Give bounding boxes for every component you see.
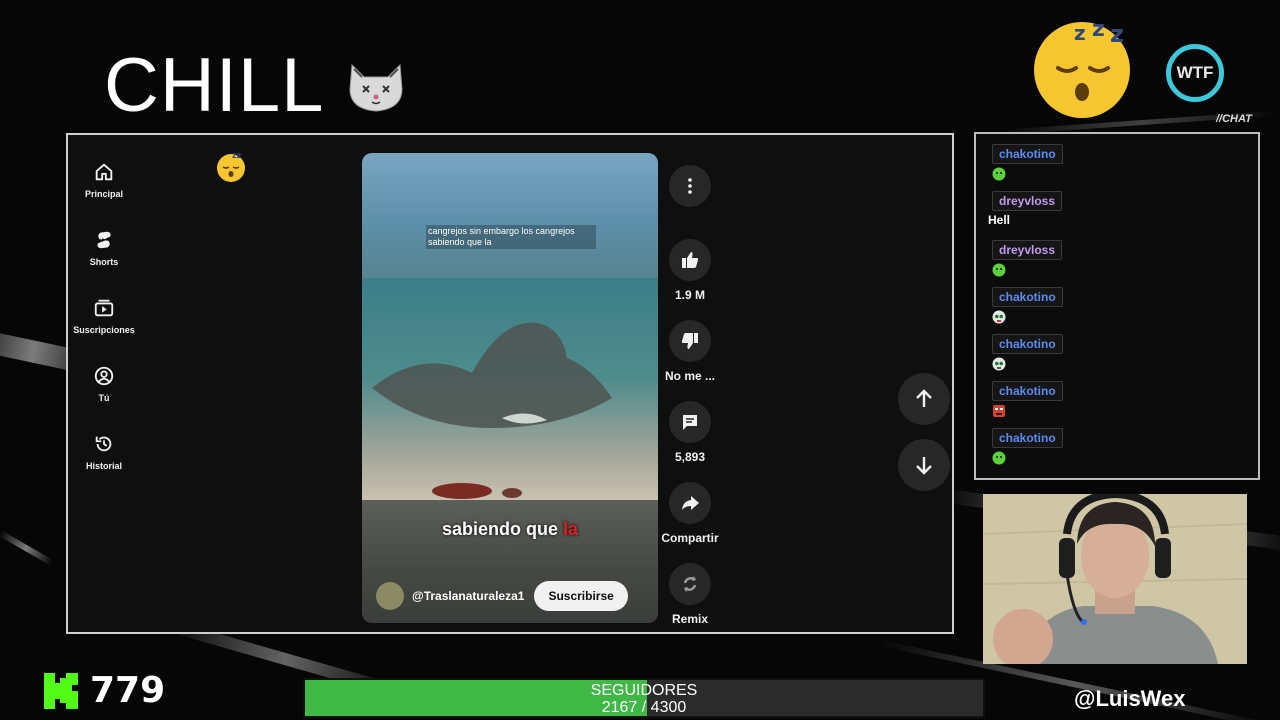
remix-button[interactable]: Remix bbox=[660, 563, 720, 626]
subscribe-button[interactable]: Suscribirse bbox=[534, 581, 628, 611]
sidebar-item-label: Shorts bbox=[89, 257, 119, 267]
sidebar-item-label: Historial bbox=[85, 461, 122, 471]
chat-message: chakotino bbox=[992, 428, 1063, 465]
chat-message: chakotino bbox=[992, 334, 1063, 371]
chat-message: dreyvloss Hell bbox=[988, 191, 1063, 227]
wtf-badge-text: WTF bbox=[1176, 63, 1214, 82]
kick-viewer-counter: 779 bbox=[44, 670, 165, 711]
history-icon bbox=[95, 436, 112, 452]
webcam-feed bbox=[983, 494, 1247, 664]
arrow-up-icon bbox=[916, 389, 932, 407]
next-video-button[interactable] bbox=[898, 439, 950, 491]
sidebar-item-suscripciones[interactable]: Suscripciones bbox=[68, 297, 140, 335]
caption-main-text: sabiendo que bbox=[441, 519, 558, 539]
like-button[interactable]: 1.9 M bbox=[660, 239, 720, 302]
chat-message: chakotino bbox=[992, 381, 1063, 418]
shorts-video-player[interactable]: cangrejos sin embargo los cangrejos sabi… bbox=[362, 153, 658, 623]
sidebar-item-label: Principal bbox=[84, 189, 123, 199]
stingray-illustration bbox=[372, 322, 612, 499]
cat-face-icon bbox=[349, 63, 403, 112]
svg-text:zz: zz bbox=[232, 151, 242, 160]
sidebar-item-label: Tú bbox=[98, 393, 110, 403]
svg-text:z: z bbox=[1092, 17, 1105, 42]
sidebar-item-historial[interactable]: Historial bbox=[68, 433, 140, 471]
goal-separator: / bbox=[637, 699, 651, 716]
skull-emote-icon bbox=[992, 310, 1006, 324]
arrow-down-icon bbox=[916, 457, 932, 475]
sidebar-item-label: Suscripciones bbox=[73, 325, 135, 335]
chat-message: chakotino bbox=[992, 287, 1063, 324]
shorts-icon bbox=[97, 231, 111, 249]
chat-username[interactable]: chakotino bbox=[992, 287, 1063, 307]
youtube-screen-capture: Principal Shorts Suscripciones Tú Histor… bbox=[66, 133, 954, 634]
viewer-count: 779 bbox=[90, 670, 166, 711]
green-blob-emote-icon bbox=[992, 167, 1006, 181]
sidebar-item-tu[interactable]: Tú bbox=[68, 365, 140, 403]
followers-goal-bar: SEGUIDORES 2167 / 4300 bbox=[303, 678, 985, 718]
caption-highlight-text: la bbox=[563, 519, 579, 539]
background-streak bbox=[0, 530, 54, 566]
kick-logo-icon bbox=[44, 672, 78, 709]
remix-icon bbox=[683, 576, 697, 592]
video-caption-main: sabiendo que la bbox=[362, 519, 658, 540]
home-icon bbox=[95, 163, 113, 181]
sidebar-item-shorts[interactable]: Shorts bbox=[68, 229, 140, 267]
chat-username[interactable]: dreyvloss bbox=[992, 240, 1063, 260]
share-icon bbox=[682, 496, 699, 510]
goal-numbers: 2167 / 4300 bbox=[305, 699, 983, 716]
chat-tag: //CHAT bbox=[1216, 113, 1252, 125]
angry-emote-icon bbox=[993, 405, 1005, 417]
chat-message: dreyvloss bbox=[992, 240, 1063, 277]
dislike-button[interactable]: No me ... bbox=[660, 320, 720, 383]
sleeping-face-icon: z z z bbox=[1034, 17, 1130, 118]
green-blob-emote-icon bbox=[992, 451, 1006, 465]
svg-text:z: z bbox=[1110, 20, 1124, 48]
wtf-badge: WTF bbox=[1166, 44, 1224, 102]
share-button[interactable]: Compartir bbox=[660, 482, 720, 545]
chat-message: chakotino bbox=[992, 144, 1063, 181]
stream-title: CHILL bbox=[104, 42, 406, 129]
chat-panel: chakotino dreyvloss Hell dreyvloss chako… bbox=[974, 132, 1260, 480]
video-frame-top bbox=[362, 153, 658, 278]
sleeping-face-icon: zz bbox=[217, 151, 245, 182]
chat-message-text: Hell bbox=[988, 213, 1011, 227]
account-icon bbox=[94, 366, 114, 386]
more-options-button[interactable] bbox=[660, 165, 720, 207]
goal-label: SEGUIDORES bbox=[590, 682, 698, 699]
channel-avatar[interactable] bbox=[376, 582, 404, 610]
chat-username[interactable]: chakotino bbox=[992, 334, 1063, 354]
video-caption-top: cangrejos sin embargo los cangrejos sabi… bbox=[426, 225, 596, 249]
more-vertical-icon bbox=[688, 178, 692, 194]
thumbs-up-icon bbox=[682, 252, 699, 268]
dislike-label: No me ... bbox=[664, 369, 715, 383]
subscriptions-icon bbox=[94, 299, 114, 317]
goal-current: 2167 bbox=[601, 699, 638, 716]
comments-button[interactable]: 5,893 bbox=[660, 401, 720, 464]
channel-row: @Traslanaturaleza1 Suscribirse bbox=[376, 581, 628, 611]
chat-username[interactable]: dreyvloss bbox=[992, 191, 1063, 211]
channel-name[interactable]: @Traslanaturaleza1 bbox=[412, 589, 524, 603]
green-blob-emote-icon bbox=[992, 263, 1006, 277]
stream-title-text: CHILL bbox=[104, 43, 325, 128]
chat-username[interactable]: chakotino bbox=[992, 428, 1063, 448]
comments-count: 5,893 bbox=[674, 450, 706, 464]
chat-username[interactable]: chakotino bbox=[992, 381, 1063, 401]
like-count: 1.9 M bbox=[674, 288, 705, 302]
goal-target: 4300 bbox=[650, 699, 687, 716]
streamer-webcam-image bbox=[983, 494, 1247, 664]
skull-emote-icon bbox=[992, 357, 1006, 371]
previous-video-button[interactable] bbox=[898, 373, 950, 425]
streamer-handle: @LuisWex bbox=[1074, 686, 1186, 711]
chat-username[interactable]: chakotino bbox=[992, 144, 1063, 164]
goal-text: SEGUIDORES 2167 / 4300 bbox=[305, 682, 983, 716]
sidebar-item-principal[interactable]: Principal bbox=[68, 161, 140, 199]
share-label: Compartir bbox=[661, 531, 719, 545]
remix-label: Remix bbox=[671, 612, 709, 626]
comment-icon bbox=[683, 415, 697, 430]
svg-text:z: z bbox=[1074, 21, 1086, 45]
thumbs-down-icon bbox=[681, 333, 698, 349]
video-frame-stingray bbox=[362, 278, 658, 500]
